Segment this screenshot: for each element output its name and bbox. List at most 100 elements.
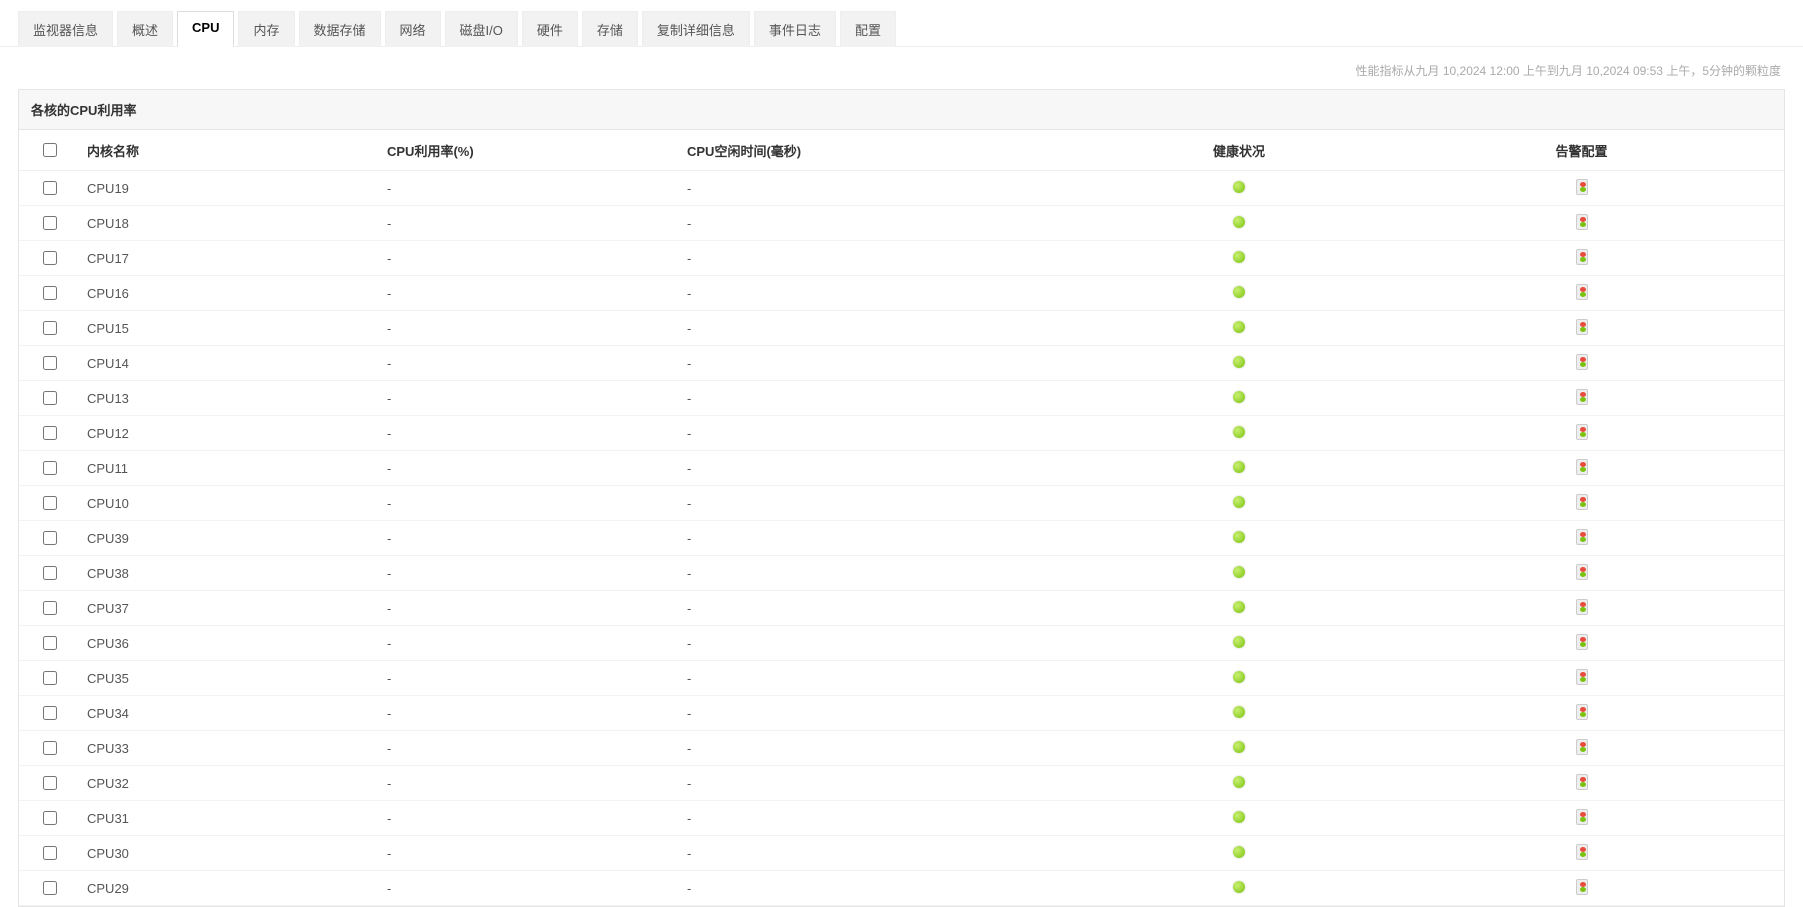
row-checkbox[interactable] (43, 636, 57, 650)
row-checkbox[interactable] (43, 356, 57, 370)
cell-core-name[interactable]: CPU29 (79, 871, 379, 906)
cell-core-name[interactable]: CPU16 (79, 276, 379, 311)
row-checkbox[interactable] (43, 566, 57, 580)
select-all-checkbox[interactable] (43, 143, 57, 157)
tab-1[interactable]: 概述 (117, 11, 173, 47)
cell-core-name[interactable]: CPU32 (79, 766, 379, 801)
tab-0[interactable]: 监视器信息 (18, 11, 113, 47)
health-status-icon (1233, 636, 1245, 648)
cell-core-name[interactable]: CPU30 (79, 836, 379, 871)
cell-core-name[interactable]: CPU17 (79, 241, 379, 276)
row-checkbox[interactable] (43, 706, 57, 720)
alert-config-icon[interactable] (1576, 249, 1588, 265)
alert-config-icon[interactable] (1576, 494, 1588, 510)
alert-config-icon[interactable] (1576, 354, 1588, 370)
cell-core-name[interactable]: CPU39 (79, 521, 379, 556)
header-core-name[interactable]: 内核名称 (79, 130, 379, 171)
health-status-icon (1233, 321, 1245, 333)
tab-11[interactable]: 配置 (840, 11, 896, 47)
cell-core-name[interactable]: CPU31 (79, 801, 379, 836)
tab-4[interactable]: 数据存储 (299, 11, 381, 47)
alert-config-icon[interactable] (1576, 739, 1588, 755)
cell-core-name[interactable]: CPU19 (79, 171, 379, 206)
row-checkbox[interactable] (43, 181, 57, 195)
header-alert-config[interactable]: 告警配置 (1379, 130, 1784, 171)
row-checkbox[interactable] (43, 601, 57, 615)
header-health[interactable]: 健康状况 (1099, 130, 1379, 171)
row-checkbox[interactable] (43, 426, 57, 440)
alert-config-icon[interactable] (1576, 179, 1588, 195)
row-checkbox[interactable] (43, 531, 57, 545)
row-checkbox-cell (19, 836, 79, 871)
cell-core-name[interactable]: CPU38 (79, 556, 379, 591)
cell-core-name[interactable]: CPU35 (79, 661, 379, 696)
row-checkbox[interactable] (43, 496, 57, 510)
alert-config-icon[interactable] (1576, 704, 1588, 720)
cell-alert-config (1379, 556, 1784, 591)
header-cpu-util[interactable]: CPU利用率(%) (379, 130, 679, 171)
cell-core-name[interactable]: CPU11 (79, 451, 379, 486)
cell-core-name[interactable]: CPU33 (79, 731, 379, 766)
alert-config-icon[interactable] (1576, 844, 1588, 860)
tab-3[interactable]: 内存 (238, 11, 294, 47)
row-checkbox[interactable] (43, 461, 57, 475)
cell-core-name[interactable]: CPU14 (79, 346, 379, 381)
cell-core-name[interactable]: CPU15 (79, 311, 379, 346)
row-checkbox-cell (19, 801, 79, 836)
alert-config-icon[interactable] (1576, 634, 1588, 650)
row-checkbox[interactable] (43, 741, 57, 755)
alert-config-icon[interactable] (1576, 669, 1588, 685)
row-checkbox[interactable] (43, 391, 57, 405)
row-checkbox[interactable] (43, 776, 57, 790)
cell-core-name[interactable]: CPU37 (79, 591, 379, 626)
alert-config-icon[interactable] (1576, 319, 1588, 335)
alert-config-icon[interactable] (1576, 564, 1588, 580)
alert-config-icon[interactable] (1576, 809, 1588, 825)
table-row: CPU10-- (19, 486, 1784, 521)
tab-2[interactable]: CPU (177, 11, 234, 47)
tab-6[interactable]: 磁盘I/O (445, 11, 518, 47)
cell-core-name[interactable]: CPU12 (79, 416, 379, 451)
header-cpu-idle[interactable]: CPU空闲时间(毫秒) (679, 130, 1099, 171)
alert-config-icon[interactable] (1576, 599, 1588, 615)
cell-cpu-idle: - (679, 801, 1099, 836)
cell-health (1099, 661, 1379, 696)
cpu-cores-panel: 各核的CPU利用率 内核名称 CPU利用率(%) CPU空闲时间(毫秒) 健康状… (18, 89, 1785, 907)
row-checkbox[interactable] (43, 216, 57, 230)
cell-core-name[interactable]: CPU10 (79, 486, 379, 521)
alert-config-icon[interactable] (1576, 389, 1588, 405)
row-checkbox[interactable] (43, 251, 57, 265)
cell-health (1099, 346, 1379, 381)
alert-config-icon[interactable] (1576, 774, 1588, 790)
row-checkbox[interactable] (43, 811, 57, 825)
row-checkbox[interactable] (43, 286, 57, 300)
row-checkbox[interactable] (43, 671, 57, 685)
alert-config-icon[interactable] (1576, 459, 1588, 475)
alert-config-icon[interactable] (1576, 284, 1588, 300)
alert-config-icon[interactable] (1576, 879, 1588, 895)
row-checkbox[interactable] (43, 846, 57, 860)
tab-5[interactable]: 网络 (385, 11, 441, 47)
alert-config-icon[interactable] (1576, 214, 1588, 230)
cell-alert-config (1379, 241, 1784, 276)
row-checkbox-cell (19, 731, 79, 766)
cell-health (1099, 696, 1379, 731)
cell-core-name[interactable]: CPU36 (79, 626, 379, 661)
cell-cpu-util: - (379, 241, 679, 276)
tab-7[interactable]: 硬件 (522, 11, 578, 47)
cell-core-name[interactable]: CPU34 (79, 696, 379, 731)
alert-config-icon[interactable] (1576, 424, 1588, 440)
health-status-icon (1233, 531, 1245, 543)
tab-9[interactable]: 复制详细信息 (642, 11, 750, 47)
table-row: CPU19-- (19, 171, 1784, 206)
row-checkbox[interactable] (43, 321, 57, 335)
table-row: CPU14-- (19, 346, 1784, 381)
tab-8[interactable]: 存储 (582, 11, 638, 47)
alert-config-icon[interactable] (1576, 529, 1588, 545)
health-status-icon (1233, 496, 1245, 508)
cell-core-name[interactable]: CPU18 (79, 206, 379, 241)
cell-core-name[interactable]: CPU13 (79, 381, 379, 416)
tab-10[interactable]: 事件日志 (754, 11, 836, 47)
row-checkbox[interactable] (43, 881, 57, 895)
row-checkbox-cell (19, 591, 79, 626)
